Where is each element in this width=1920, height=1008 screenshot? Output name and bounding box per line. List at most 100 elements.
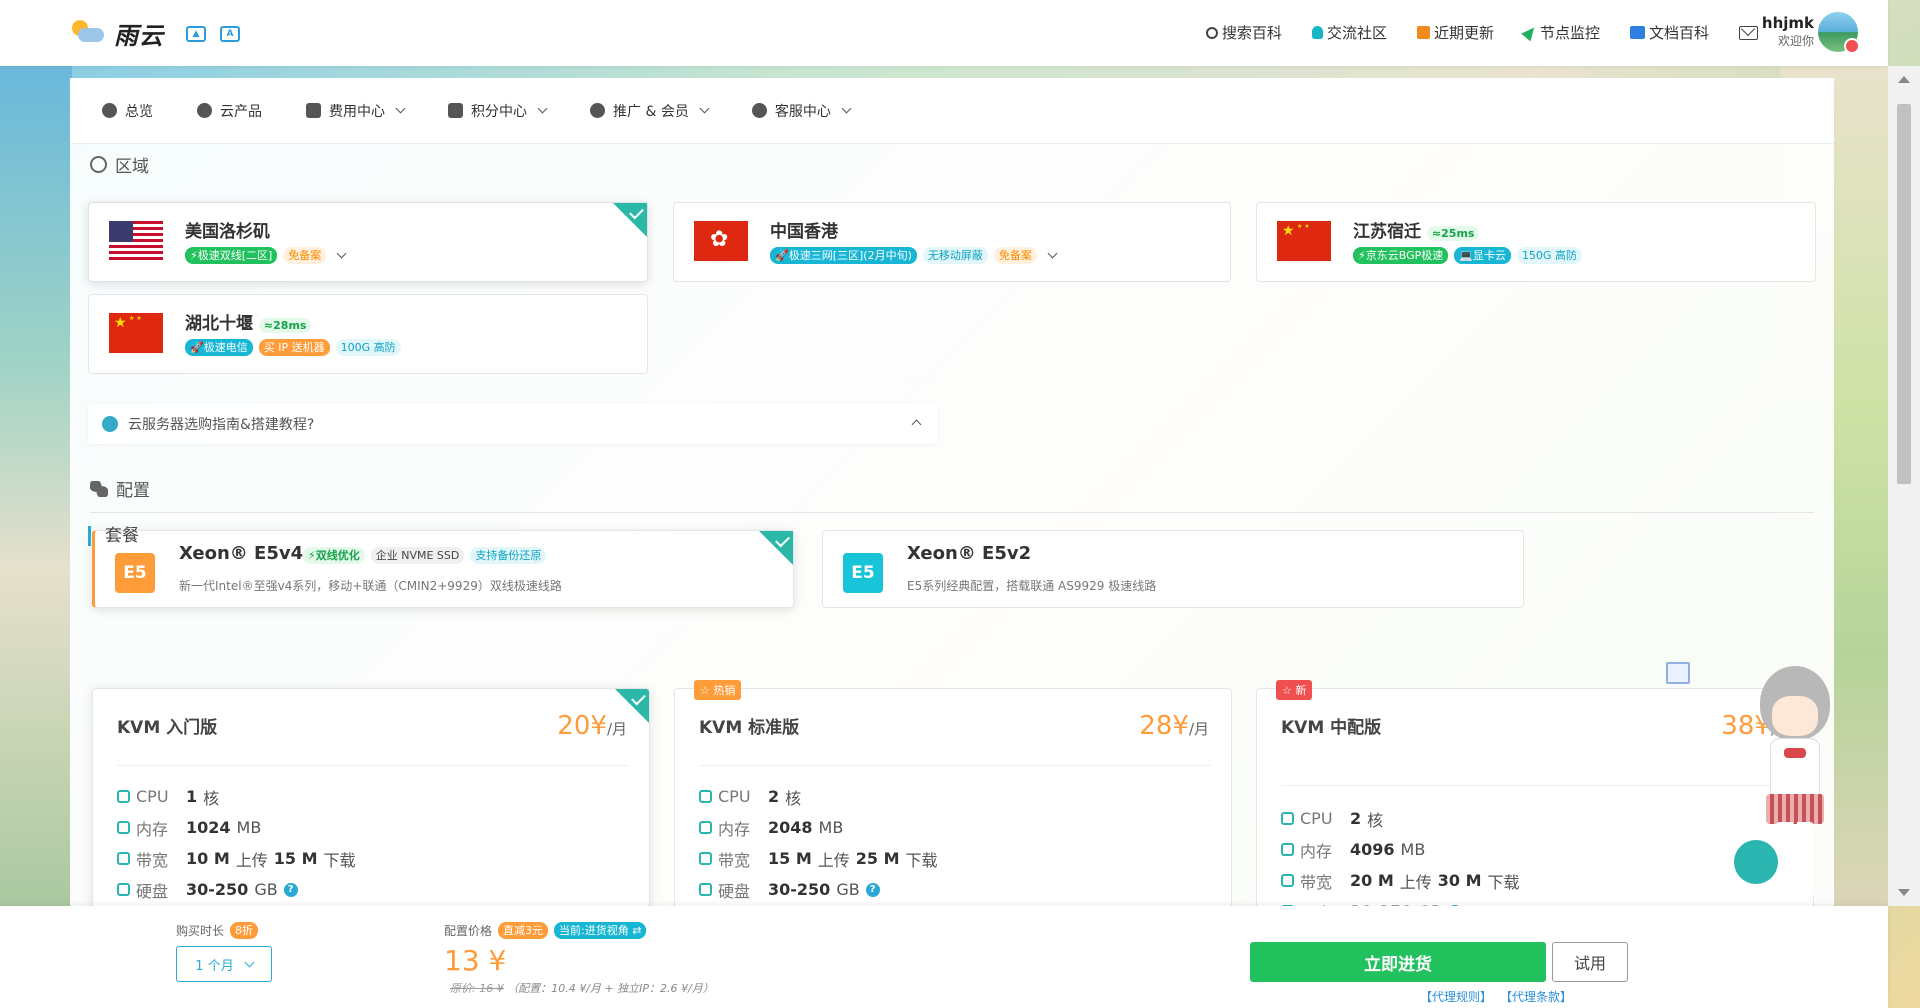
sticker-icon[interactable] [1666, 662, 1690, 684]
config-desc: 新一代Intel®至强v4系列，移动+联通（CMIN2+9929）双线极速线路 [179, 579, 562, 593]
username: hhjmk [1761, 14, 1814, 32]
view-mode-toggle[interactable]: 当前:进货视角 ⇄ [554, 922, 647, 939]
tag: 支持备份还原 [470, 547, 547, 564]
logo[interactable]: 雨云 ▲ A [70, 16, 240, 51]
mascot-character [1734, 666, 1840, 906]
nav-search[interactable]: 搜索百科 [1205, 22, 1282, 43]
config-section-title: 配置 [90, 476, 150, 501]
duration-select[interactable]: 1 个月 [176, 946, 272, 982]
agent-rules-link[interactable]: 【代理规则】 [1420, 988, 1492, 1005]
subnav-billing[interactable]: 费用中心 [306, 101, 406, 121]
total-price: 13 ¥ [444, 944, 507, 977]
cpu-icon [699, 790, 712, 803]
subnav-promotion[interactable]: 推广 & 会员 [590, 101, 710, 121]
package-card-standard[interactable]: KVM 标准版 28¥/月 CPU 2 核 内存 2048 MB 带宽 15 M 上传 25 … [674, 688, 1232, 908]
region-card-suqian[interactable]: 江苏宿迁 ≈25ms ⚡京东云BGP极速 💻显卡云 150G 高防 [1256, 202, 1816, 282]
tag: ⚡极速双线[二区] [185, 247, 278, 264]
tag: 🚀极速三网[三区](2月中旬) [770, 247, 917, 264]
dashboard-icon [102, 103, 117, 118]
region-card-los-angeles[interactable]: 美国洛杉矶 ⚡极速双线[二区] 免备案 [88, 202, 648, 282]
spec-memory: 内存 1024 MB [117, 812, 356, 843]
chevron-down-icon [244, 957, 255, 967]
purchase-guide-toggle[interactable]: 云服务器选购指南&搭建教程? [88, 404, 938, 444]
avatar[interactable] [1816, 10, 1860, 54]
config-card-e5v4[interactable]: E5 Xeon® E5v4 ⚡双线优化 企业 NVME SSD 支持备份还原 新… [92, 530, 794, 608]
nav-docs[interactable]: 文档百科 [1629, 22, 1709, 43]
nav-updates[interactable]: 近期更新 [1416, 22, 1494, 43]
package-price: 28¥/月 [1139, 711, 1209, 741]
search-icon [1205, 26, 1218, 39]
help-icon[interactable]: ? [865, 882, 880, 897]
new-badge: ☆ 新 [1276, 680, 1313, 700]
bell-icon [1311, 26, 1323, 39]
tag: 150G 高防 [1516, 247, 1582, 264]
chat-support-icon[interactable] [1734, 840, 1778, 884]
user-info[interactable]: hhjmk 欢迎你 [1762, 14, 1814, 49]
spec-disk: 硬盘30-250GB? [117, 874, 356, 905]
scrollbar-thumb[interactable] [1897, 104, 1911, 484]
disk-icon [699, 883, 712, 896]
top-nav: 搜索百科 交流社区 近期更新 节点监控 文档百科 [1205, 22, 1758, 43]
package-card-entry[interactable]: KVM 入门版 20¥/月 CPU 1 核 内存 1024 MB 带宽 10 M 上传 15 … [92, 688, 650, 908]
package-card-mid[interactable]: KVM 中配版 38¥/月 CPU2核 内存4096MB 带宽20 M上传30 … [1256, 688, 1814, 908]
scroll-down-icon[interactable] [1898, 889, 1910, 896]
nav-community[interactable]: 交流社区 [1311, 22, 1387, 43]
user-greeting: 欢迎你 [1777, 34, 1814, 48]
config-card-e5v2[interactable]: E5 Xeon® E5v2 E5系列经典配置，搭载联通 AS9929 极速线路 [822, 530, 1524, 608]
divider [90, 512, 1814, 513]
region-name: 湖北十堰 ≈28ms [185, 309, 312, 334]
nav-monitor[interactable]: 节点监控 [1521, 22, 1600, 43]
chevron-down-icon [699, 103, 710, 114]
news-icon [1416, 26, 1430, 39]
cubes-icon [197, 103, 212, 118]
price-discount-badge: 直减3元 [498, 922, 549, 939]
image-icon[interactable]: ▲ [186, 25, 206, 42]
tag: 企业 NVME SSD [370, 547, 465, 564]
original-price: 原价: 16 ¥ （配置：10.4 ¥/月 + 独立IP：2.6 ¥/月） [450, 982, 714, 995]
subnav-points[interactable]: 积分中心 [448, 101, 548, 121]
price-label: 配置价格 直减3元 当前:进货视角 ⇄ [444, 922, 647, 939]
subnav-overview[interactable]: 总览 [102, 101, 153, 121]
region-card-shiyan[interactable]: 湖北十堰 ≈28ms 🚀极速电信 买 IP 送机器 100G 高防 [88, 294, 648, 374]
cpu-badge: E5 [843, 553, 883, 593]
chevron-down-icon[interactable] [1047, 248, 1058, 259]
subnav-support[interactable]: 客服中心 [751, 101, 852, 121]
scroll-up-icon[interactable] [1898, 76, 1910, 83]
send-icon [1521, 23, 1539, 42]
scrollbar[interactable] [1888, 66, 1920, 906]
chevron-down-icon [395, 103, 406, 114]
help-icon[interactable]: ? [283, 882, 298, 897]
cn-flag-icon [1277, 221, 1331, 261]
region-card-hong-kong[interactable]: 中国香港 🚀极速三网[三区](2月中旬) 无移动屏蔽 免备案 [673, 202, 1231, 282]
logo-icon [70, 18, 106, 50]
disk-icon [117, 883, 130, 896]
agent-links: 【代理规则】 【代理条款】 [1420, 988, 1572, 1005]
tag: 免备案 [993, 247, 1037, 264]
logo-text: 雨云 [114, 22, 164, 50]
discount-badge: 8折 [230, 922, 259, 939]
subnav-products[interactable]: 云产品 [197, 101, 262, 121]
translate-icon[interactable]: A [220, 25, 240, 42]
tag: 💻显卡云 [1454, 247, 1511, 264]
region-name: 江苏宿迁 ≈25ms [1353, 217, 1480, 242]
agent-terms-link[interactable]: 【代理条款】 [1500, 988, 1572, 1005]
users-icon [590, 103, 605, 118]
spec-cpu: CPU 1 核 [117, 781, 356, 812]
bandwidth-icon [699, 852, 712, 865]
buy-now-button[interactable]: 立即进货 [1250, 942, 1546, 982]
spec-cpu: CPU 2 核 [1281, 803, 1520, 834]
chevron-down-icon [841, 103, 852, 114]
spec-bandwidth: 带宽 10 M 上传 15 M 下载 [117, 843, 356, 874]
chevron-down-icon[interactable] [336, 248, 347, 259]
mail-icon[interactable] [1739, 25, 1758, 40]
region-section-title: 区域 [90, 152, 149, 177]
tag: 免备案 [283, 247, 327, 264]
latency-badge: ≈28ms [258, 318, 312, 333]
chevron-down-icon [537, 103, 548, 114]
book-icon [1629, 26, 1645, 39]
trial-button[interactable]: 试用 [1552, 942, 1628, 982]
bandwidth-icon [117, 852, 130, 865]
bandwidth-icon [1281, 874, 1294, 887]
settings-badge-icon [1844, 38, 1860, 54]
chevron-up-icon [911, 419, 922, 430]
